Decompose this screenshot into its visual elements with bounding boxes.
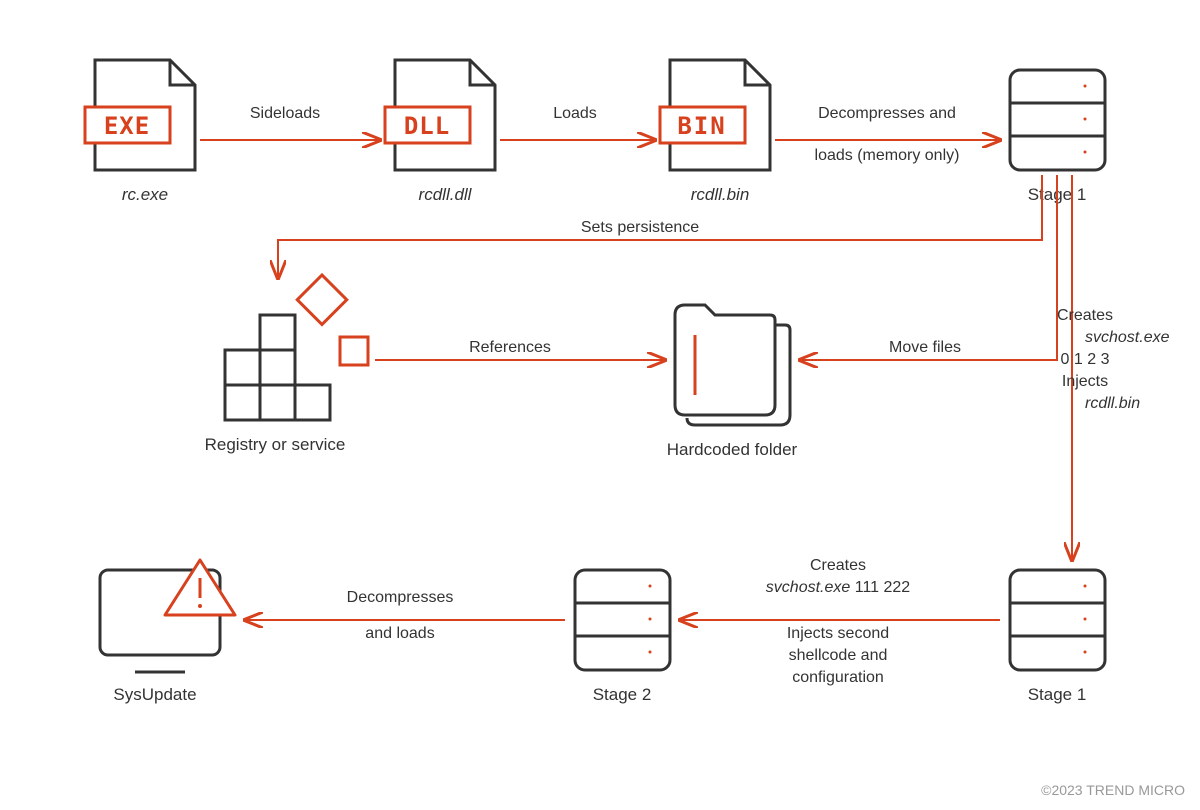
exe-file-icon: EXE (85, 60, 195, 170)
label-decomp-loads2: and loads (365, 625, 434, 642)
folder-caption: Hardcoded folder (667, 440, 798, 459)
svg-text:Creates: Creates (1057, 307, 1113, 324)
dll-caption: rcdll.dll (419, 185, 473, 204)
svg-text:0 1 2 3: 0 1 2 3 (1061, 351, 1110, 368)
dll-file-icon: DLL (385, 60, 495, 170)
sysupdate-icon (100, 560, 235, 672)
folder-icon (675, 305, 790, 425)
label-decomp-loads1: Decompresses (347, 589, 454, 606)
svg-text:svchost.exe 111 222: svchost.exe 111 222 (766, 579, 911, 596)
stage1-top-icon (1010, 70, 1105, 170)
svg-text:BIN: BIN (677, 112, 726, 140)
stage1-bottom-icon (1010, 570, 1105, 670)
registry-icon (225, 275, 368, 420)
label-sets-persistence: Sets persistence (581, 219, 699, 236)
svg-text:rcdll.bin: rcdll.bin (1085, 395, 1140, 412)
label-sideloads: Sideloads (250, 105, 320, 122)
stage2-caption: Stage 2 (593, 685, 652, 704)
bin-caption: rcdll.bin (691, 185, 750, 204)
label-creates-injects: Creates svchost.exe 0 1 2 3 Injects rcdl… (1057, 307, 1170, 412)
label-decomp-mem1: Decompresses and (818, 105, 956, 122)
exe-caption: rc.exe (122, 185, 168, 204)
label-references: References (469, 339, 551, 356)
stage2-icon (575, 570, 670, 670)
svg-text:EXE: EXE (104, 112, 150, 140)
label-creates-second: Creates svchost.exe 111 222 Injects seco… (766, 557, 911, 686)
label-move-files: Move files (889, 339, 961, 356)
svg-text:shellcode and: shellcode and (789, 647, 888, 664)
registry-caption: Registry or service (205, 435, 346, 454)
svg-text:svchost.exe: svchost.exe (1085, 329, 1170, 346)
svg-text:Creates: Creates (810, 557, 866, 574)
svg-text:Injects second: Injects second (787, 625, 889, 642)
svg-text:configuration: configuration (792, 669, 884, 686)
stage1-bottom-caption: Stage 1 (1028, 685, 1087, 704)
svg-text:DLL: DLL (404, 112, 450, 140)
svg-text:Injects: Injects (1062, 373, 1108, 390)
sysupdate-caption: SysUpdate (113, 685, 196, 704)
arrow-move-files (800, 175, 1057, 360)
copyright-text: ©2023 TREND MICRO (1041, 782, 1185, 798)
label-loads: Loads (553, 105, 597, 122)
label-decomp-mem2: loads (memory only) (815, 147, 960, 164)
bin-file-icon: BIN (660, 60, 770, 170)
